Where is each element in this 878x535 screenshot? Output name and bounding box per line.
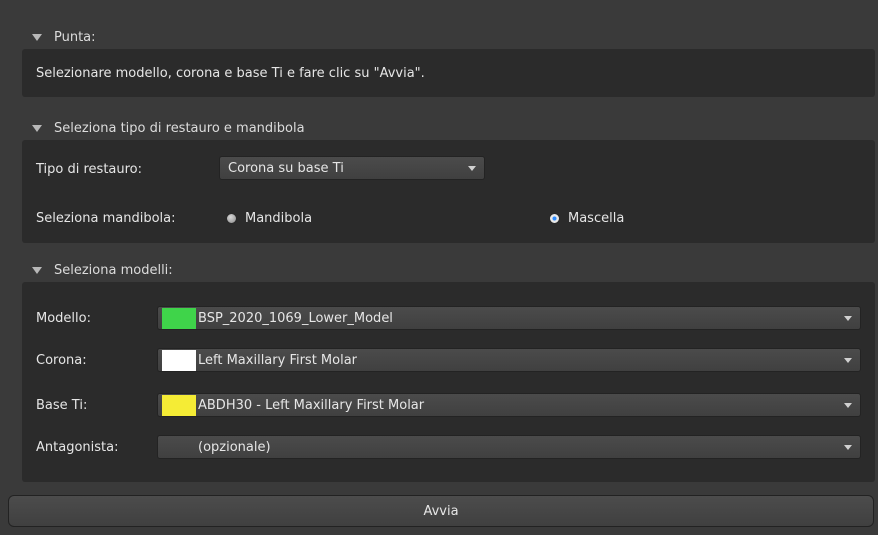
- jaw-option-label: Mascella: [568, 210, 625, 226]
- chevron-down-icon: [844, 403, 852, 408]
- restoration-type-value: Corona su base Ti: [228, 160, 344, 176]
- start-button[interactable]: Avvia: [8, 495, 874, 527]
- restoration-type-label: Tipo di restauro:: [36, 161, 143, 177]
- chevron-down-icon: [844, 358, 852, 363]
- tip-message: Selezionare modello, corona e base Ti e …: [36, 65, 425, 81]
- radio-checked-icon[interactable]: [549, 212, 560, 224]
- ti-base-label: Base Ti:: [36, 397, 88, 413]
- start-button-label: Avvia: [423, 503, 459, 519]
- collapse-triangle-icon: [32, 33, 42, 41]
- restoration-header[interactable]: Seleziona tipo di restauro e mandibola: [22, 117, 305, 139]
- antagonist-label: Antagonista:: [36, 439, 119, 455]
- crown-label: Corona:: [36, 352, 87, 368]
- chevron-down-icon: [468, 166, 476, 171]
- antagonist-value: (opzionale): [198, 439, 271, 455]
- ti-base-value: ABDH30 - Left Maxillary First Molar: [198, 397, 425, 413]
- color-swatch[interactable]: [162, 349, 196, 371]
- models-header-label: Seleziona modelli:: [54, 262, 173, 278]
- collapse-triangle-icon: [32, 266, 42, 274]
- model-value: BSP_2020_1069_Lower_Model: [198, 310, 393, 326]
- jaw-radio-mascella[interactable]: Mascella: [549, 205, 624, 231]
- collapse-triangle-icon: [32, 124, 42, 132]
- antagonist-dropdown[interactable]: (opzionale): [157, 435, 861, 459]
- tip-header[interactable]: Punta:: [22, 26, 96, 48]
- restoration-header-label: Seleziona tipo di restauro e mandibola: [54, 120, 305, 136]
- ti-base-dropdown[interactable]: ABDH30 - Left Maxillary First Molar: [157, 393, 861, 417]
- tip-header-label: Punta:: [54, 29, 96, 45]
- model-label: Modello:: [36, 310, 91, 326]
- chevron-down-icon: [844, 445, 852, 450]
- chevron-down-icon: [844, 316, 852, 321]
- tip-panel: Selezionare modello, corona e base Ti e …: [22, 49, 875, 97]
- color-swatch[interactable]: [162, 394, 196, 416]
- jaw-label: Seleziona mandibola:: [36, 210, 176, 226]
- jaw-option-label: Mandibola: [245, 210, 313, 226]
- restoration-type-dropdown[interactable]: Corona su base Ti: [219, 156, 485, 180]
- crown-value: Left Maxillary First Molar: [198, 352, 358, 368]
- models-header[interactable]: Seleziona modelli:: [22, 259, 173, 281]
- jaw-radio-mandibola[interactable]: Mandibola: [226, 205, 312, 231]
- color-swatch[interactable]: [162, 307, 196, 329]
- restoration-panel: Tipo di restauro: Corona su base Ti Sele…: [22, 140, 875, 243]
- radio-unchecked-icon[interactable]: [226, 212, 237, 224]
- model-dropdown[interactable]: BSP_2020_1069_Lower_Model: [157, 306, 861, 330]
- crown-dropdown[interactable]: Left Maxillary First Molar: [157, 348, 861, 372]
- models-panel: Modello: BSP_2020_1069_Lower_Model Coron…: [22, 282, 875, 482]
